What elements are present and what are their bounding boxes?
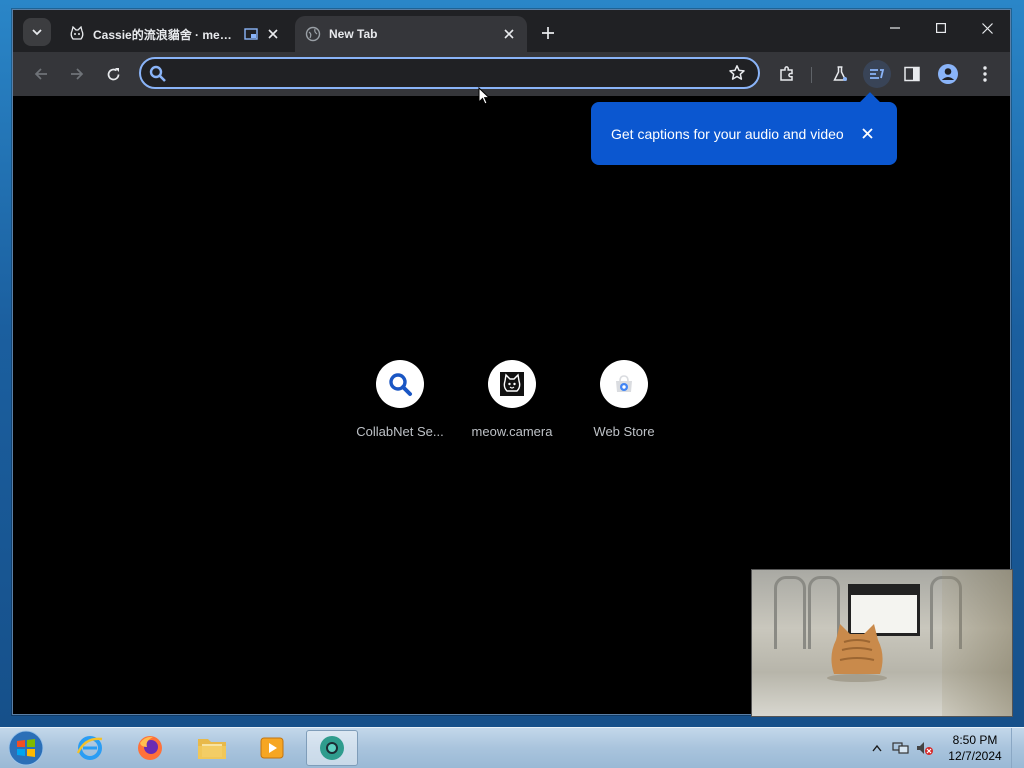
forward-button[interactable] bbox=[63, 60, 91, 88]
taskbar-internet-explorer[interactable] bbox=[64, 730, 116, 766]
side-panel-button[interactable] bbox=[898, 60, 926, 88]
cat-icon bbox=[500, 372, 524, 396]
cat-icon bbox=[827, 624, 887, 682]
flask-icon bbox=[833, 66, 847, 81]
browser-icon bbox=[320, 736, 344, 760]
taskbar-firefox[interactable] bbox=[124, 730, 176, 766]
shortcut-meow-camera[interactable]: meow.camera bbox=[456, 360, 568, 439]
kebab-menu-icon bbox=[983, 66, 987, 82]
close-icon bbox=[268, 29, 278, 39]
media-player-icon bbox=[260, 737, 284, 759]
reload-icon bbox=[107, 67, 119, 80]
toolbar bbox=[13, 52, 1010, 96]
arrow-left-icon bbox=[34, 68, 47, 80]
tab-search-button[interactable] bbox=[23, 18, 51, 46]
shortcut-label: Web Store bbox=[593, 424, 655, 439]
arrow-right-icon bbox=[71, 68, 84, 80]
tab-cassie[interactable]: Cassie的流浪貓舍 · meow.c bbox=[59, 16, 291, 52]
video-scene-foliage bbox=[942, 570, 1012, 716]
network-icon[interactable] bbox=[892, 740, 910, 756]
taskbar-file-explorer[interactable] bbox=[186, 730, 238, 766]
new-tab-button[interactable] bbox=[535, 20, 561, 46]
taskbar-clock[interactable]: 8:50 PM 12/7/2024 bbox=[944, 732, 1006, 764]
show-hidden-icons-icon[interactable] bbox=[872, 744, 882, 752]
show-desktop-button[interactable] bbox=[1011, 728, 1024, 768]
shortcut-web-store[interactable]: Web Store bbox=[568, 360, 680, 439]
internet-explorer-icon bbox=[76, 736, 103, 760]
globe-icon bbox=[305, 26, 321, 42]
puzzle-icon bbox=[780, 66, 793, 81]
close-window-button[interactable] bbox=[964, 10, 1010, 46]
tab-close-button[interactable] bbox=[501, 26, 517, 42]
shortcut-tile bbox=[600, 360, 648, 408]
clock-time: 8:50 PM bbox=[952, 733, 998, 747]
tab-title: Cassie的流浪貓舍 · meow.c bbox=[93, 27, 237, 42]
side-panel-icon bbox=[904, 66, 920, 82]
menu-button[interactable] bbox=[971, 60, 999, 88]
shortcut-tile bbox=[376, 360, 424, 408]
firefox-icon bbox=[138, 736, 162, 760]
bookmark-star-button[interactable] bbox=[728, 64, 746, 87]
taskbar-media-player[interactable] bbox=[246, 730, 298, 766]
shortcut-label: CollabNet Se... bbox=[356, 424, 444, 439]
taskbar-chrome-dev[interactable] bbox=[306, 730, 358, 766]
star-icon bbox=[729, 65, 745, 80]
live-caption-button[interactable] bbox=[863, 60, 891, 88]
folder-icon bbox=[198, 739, 226, 759]
tab-strip: Cassie的流浪貓舍 · meow.c New Tab bbox=[13, 10, 1010, 52]
plus-icon bbox=[542, 27, 554, 39]
chevron-down-icon bbox=[32, 29, 42, 36]
search-icon bbox=[389, 373, 412, 396]
shortcut-tile bbox=[488, 360, 536, 408]
volume-muted-icon[interactable] bbox=[916, 740, 934, 756]
tab-title: New Tab bbox=[329, 27, 378, 41]
toolbar-separator bbox=[811, 67, 812, 83]
close-icon bbox=[504, 29, 514, 39]
cat-favicon-icon bbox=[69, 26, 85, 42]
extensions-button[interactable] bbox=[773, 60, 801, 88]
bubble-close-button[interactable] bbox=[857, 124, 877, 144]
bubble-message: Get captions for your audio and video bbox=[611, 125, 844, 142]
tab-close-button[interactable] bbox=[265, 26, 281, 42]
minimize-button[interactable] bbox=[872, 10, 918, 46]
live-caption-promo-bubble: Get captions for your audio and video bbox=[591, 102, 897, 165]
avatar-icon bbox=[938, 64, 958, 84]
close-icon bbox=[981, 22, 993, 34]
captions-icon bbox=[870, 69, 885, 79]
mouse-cursor-icon bbox=[478, 87, 490, 105]
picture-in-picture-video[interactable] bbox=[751, 569, 1013, 717]
system-tray: 8:50 PM 12/7/2024 bbox=[872, 728, 1024, 768]
web-store-icon bbox=[616, 375, 632, 392]
profile-button[interactable] bbox=[934, 60, 962, 88]
close-icon bbox=[861, 128, 873, 139]
address-input[interactable] bbox=[175, 63, 719, 85]
windows-logo-icon bbox=[8, 730, 44, 766]
start-button[interactable] bbox=[6, 729, 46, 767]
clock-date: 12/7/2024 bbox=[948, 749, 1002, 763]
picture-in-picture-icon bbox=[243, 27, 259, 41]
video-scene-arch bbox=[774, 576, 806, 649]
maximize-icon bbox=[936, 23, 946, 33]
reload-button[interactable] bbox=[99, 60, 127, 88]
search-icon bbox=[149, 65, 167, 88]
window-controls bbox=[872, 10, 1010, 46]
taskbar: 8:50 PM 12/7/2024 bbox=[0, 727, 1024, 768]
address-bar[interactable] bbox=[139, 57, 760, 89]
minimize-icon bbox=[890, 27, 900, 29]
labs-button[interactable] bbox=[826, 60, 854, 88]
tab-new-tab[interactable]: New Tab bbox=[295, 16, 527, 52]
shortcut-collabnet[interactable]: CollabNet Se... bbox=[344, 360, 456, 439]
back-button[interactable] bbox=[27, 60, 55, 88]
shortcut-label: meow.camera bbox=[471, 424, 553, 439]
maximize-button[interactable] bbox=[918, 10, 964, 46]
